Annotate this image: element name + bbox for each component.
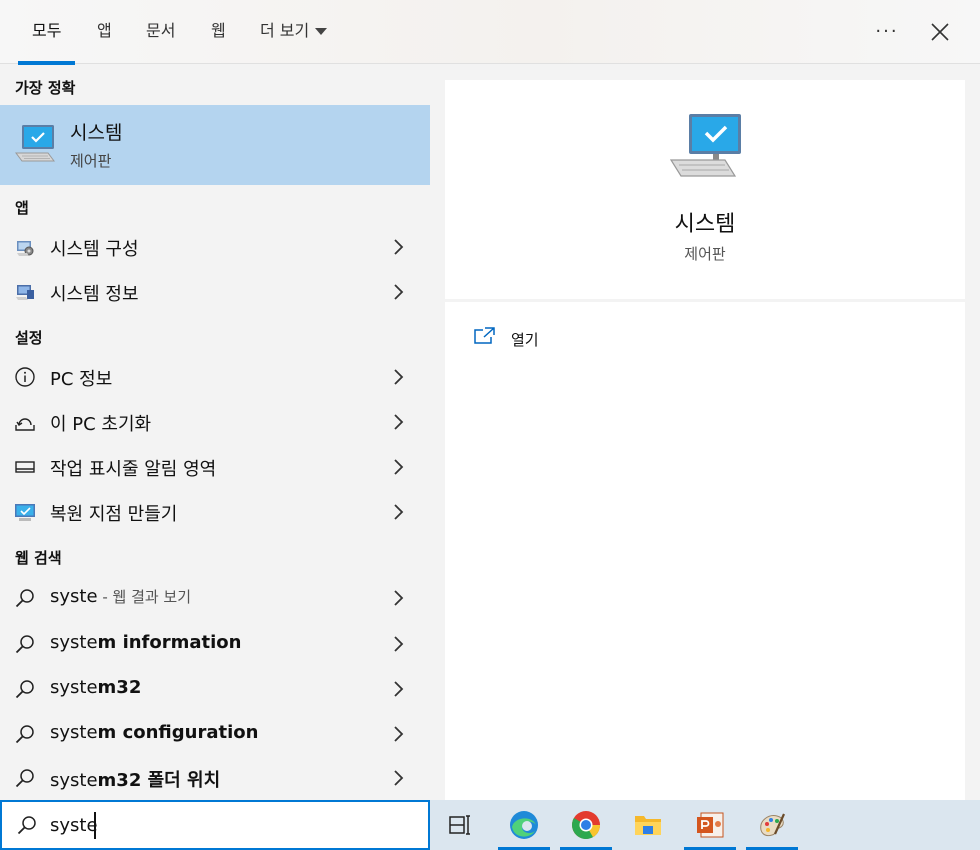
system-info-icon [16, 285, 34, 300]
result-restore-point[interactable]: 복원 지점 만들기 [0, 489, 430, 534]
chevron-right-icon[interactable] [390, 458, 406, 476]
chrome-button[interactable] [560, 800, 612, 850]
search-icon [15, 589, 34, 608]
chevron-right-icon[interactable] [390, 725, 406, 743]
task-view-icon [449, 815, 470, 835]
tab-apps[interactable]: 앱 [83, 0, 126, 64]
result-label: system32 폴더 위치 [50, 770, 221, 791]
chevron-right-icon[interactable] [390, 238, 406, 256]
results-list: 가장 정확 시스템 제어판 앱 시스템 구성 시스템 정보 설정 PC 정보 이… [0, 65, 430, 800]
tab-all[interactable]: 모두 [18, 0, 76, 65]
info-icon [15, 367, 35, 387]
computer-icon [669, 114, 741, 177]
result-label: 이 PC 초기화 [50, 414, 152, 435]
file-explorer-icon [635, 816, 661, 835]
result-label: system configuration [50, 722, 259, 743]
chevron-right-icon[interactable] [390, 283, 406, 301]
web-result-syste[interactable]: syste - 웹 결과 보기 [0, 575, 430, 620]
close-button[interactable] [920, 12, 960, 52]
restore-point-icon [15, 504, 35, 521]
close-icon [931, 23, 949, 41]
result-label: system32 [50, 677, 142, 698]
result-system-info[interactable]: 시스템 정보 [0, 269, 430, 314]
result-label: 시스템 정보 [50, 284, 139, 305]
search-icon [15, 769, 34, 788]
more-icon: ··· [875, 21, 899, 42]
task-view-button[interactable] [434, 800, 486, 850]
open-label: 열기 [511, 331, 539, 349]
result-taskbar-notification[interactable]: 작업 표시줄 알림 영역 [0, 444, 430, 489]
result-label: syste - 웹 결과 보기 [50, 586, 192, 607]
web-result-system32[interactable]: system32 [0, 666, 430, 711]
tab-documents[interactable]: 문서 [132, 0, 189, 64]
result-pc-info[interactable]: PC 정보 [0, 354, 430, 399]
paint-icon [760, 813, 786, 837]
result-reset-pc[interactable]: 이 PC 초기화 [0, 399, 430, 444]
result-system-config[interactable]: 시스템 구성 [0, 224, 430, 269]
preview-subtitle: 제어판 [684, 245, 726, 263]
chevron-right-icon[interactable] [390, 368, 406, 386]
more-options-button[interactable]: ··· [867, 12, 907, 52]
section-best-match: 가장 정확 [15, 79, 76, 97]
best-match-subtitle: 제어판 [70, 152, 112, 170]
computer-icon [15, 125, 55, 162]
reset-pc-icon [15, 418, 35, 431]
tab-more[interactable]: 더 보기 [246, 0, 341, 64]
taskbar-icon [15, 461, 35, 473]
chrome-icon [572, 811, 600, 839]
chevron-right-icon[interactable] [390, 589, 406, 607]
web-result-system-configuration[interactable]: system configuration [0, 711, 430, 756]
file-explorer-button[interactable] [622, 800, 674, 850]
preview-panel: 시스템 제어판 [445, 80, 965, 299]
preview-actions: 열기 [445, 302, 965, 800]
web-result-system32-folder[interactable]: system32 폴더 위치 [0, 755, 430, 800]
chevron-right-icon[interactable] [390, 680, 406, 698]
result-label: system information [50, 632, 242, 653]
chevron-right-icon[interactable] [390, 503, 406, 521]
powerpoint-icon [697, 812, 724, 838]
paint-button[interactable] [746, 800, 798, 850]
result-label: 작업 표시줄 알림 영역 [50, 459, 217, 480]
section-web-search: 웹 검색 [15, 549, 62, 567]
open-icon [474, 327, 495, 344]
search-icon [15, 635, 34, 654]
preview-title: 시스템 [674, 212, 736, 237]
edge-icon [510, 811, 538, 839]
text-cursor [94, 812, 96, 839]
result-label: 복원 지점 만들기 [50, 504, 178, 525]
web-result-system-information[interactable]: system information [0, 621, 430, 666]
chevron-right-icon[interactable] [390, 769, 406, 787]
taskbar [430, 800, 980, 850]
edge-button[interactable] [498, 800, 550, 850]
result-label: 시스템 구성 [50, 239, 139, 260]
search-input[interactable] [50, 811, 410, 839]
best-match-item[interactable]: 시스템 제어판 [0, 105, 430, 185]
search-icon [17, 816, 36, 835]
search-icon [15, 680, 34, 699]
tab-web[interactable]: 웹 [197, 0, 240, 64]
chevron-down-icon [315, 28, 328, 35]
best-match-title: 시스템 [70, 122, 123, 144]
result-label: PC 정보 [50, 369, 113, 390]
section-settings: 설정 [15, 329, 43, 347]
system-config-icon [17, 241, 34, 256]
search-box[interactable] [0, 800, 430, 850]
powerpoint-button[interactable] [684, 800, 736, 850]
chevron-right-icon[interactable] [390, 413, 406, 431]
chevron-right-icon[interactable] [390, 635, 406, 653]
search-header: 모두 앱 문서 웹 더 보기 ··· [0, 0, 980, 65]
search-icon [15, 725, 34, 744]
section-apps: 앱 [15, 199, 29, 217]
